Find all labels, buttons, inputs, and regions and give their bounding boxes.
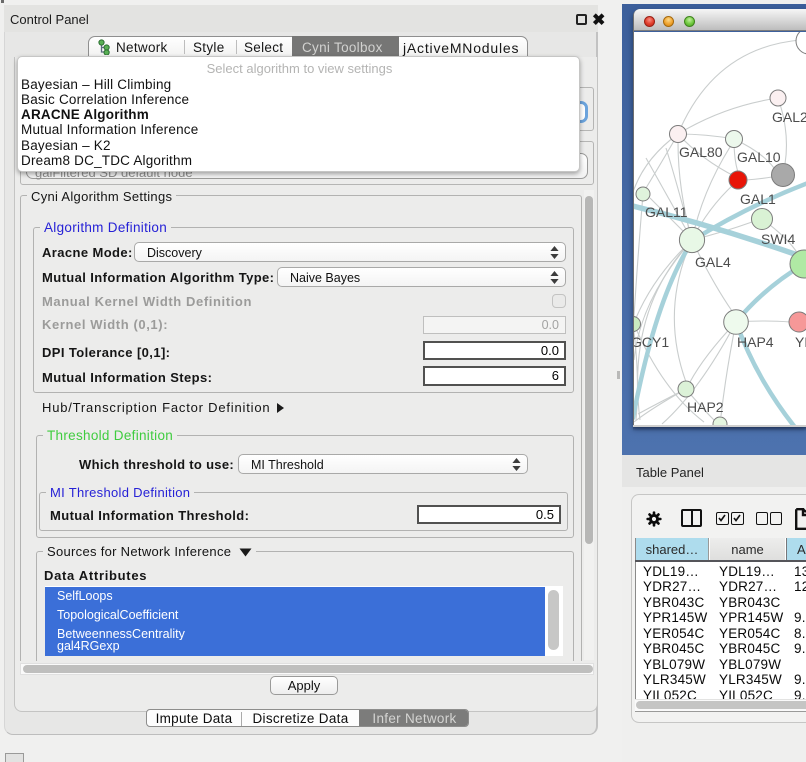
svg-text:GAL80: GAL80: [679, 144, 723, 160]
svg-text:SWI4: SWI4: [761, 231, 795, 247]
svg-text:YL: YL: [795, 334, 806, 350]
svg-text:HAP4: HAP4: [737, 334, 774, 350]
svg-text:GAL1: GAL1: [740, 191, 776, 207]
svg-text:GAL2: GAL2: [772, 109, 806, 125]
svg-text:HAP2: HAP2: [687, 399, 724, 415]
svg-text:GCY1: GCY1: [634, 334, 669, 350]
svg-text:GAL11: GAL11: [645, 204, 688, 220]
svg-text:GAL10: GAL10: [737, 149, 781, 165]
svg-text:GAL4: GAL4: [695, 254, 731, 270]
